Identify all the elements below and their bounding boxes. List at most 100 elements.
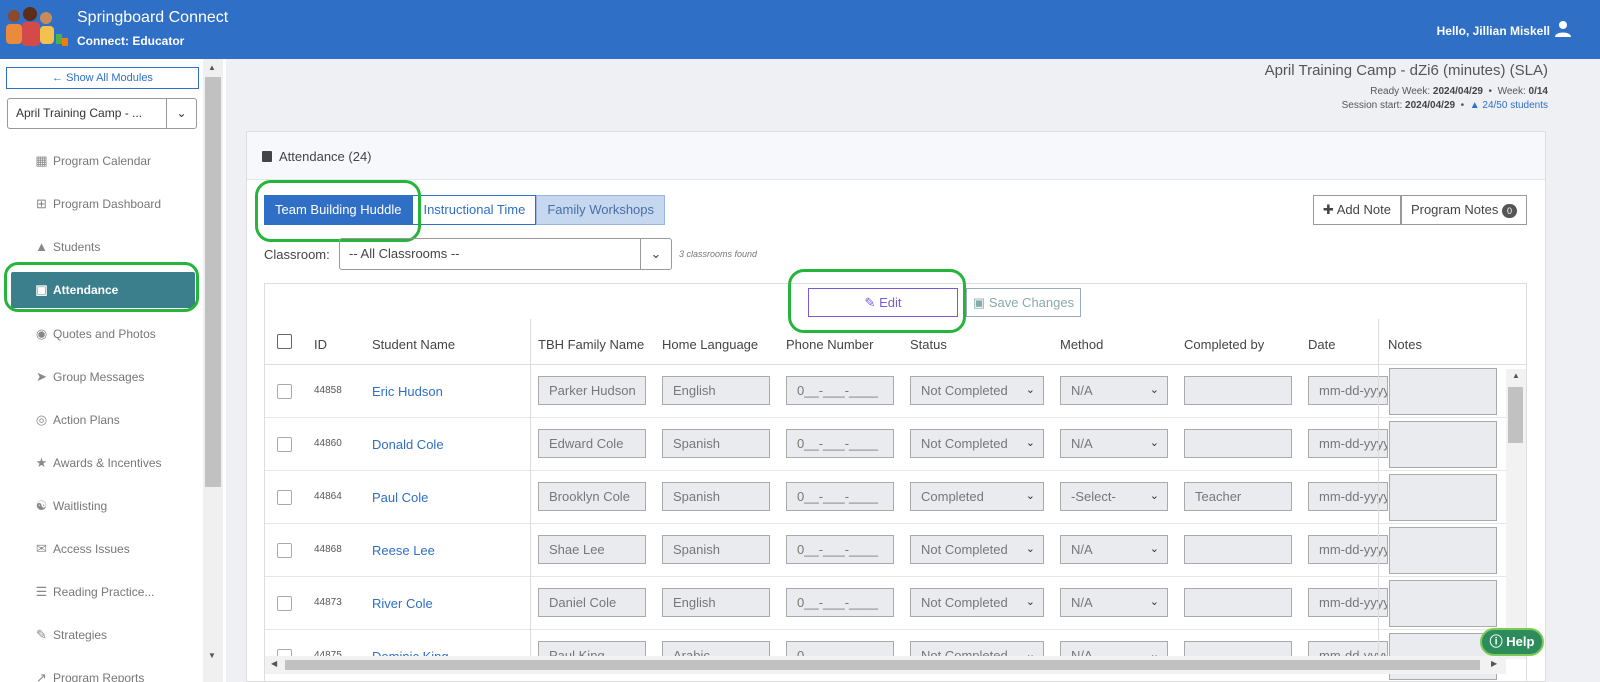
- sidebar-scrollbar[interactable]: ▲ ▼: [203, 59, 223, 682]
- graduation-cap-icon: ▲: [1469, 100, 1480, 111]
- completed-by-input[interactable]: [1184, 376, 1292, 405]
- table-row: 44864 Paul Cole Brooklyn Cole Spanish 0__-__…: [265, 471, 1526, 524]
- student-name-link[interactable]: Paul Cole: [372, 490, 428, 505]
- show-all-modules-button[interactable]: ← Show All Modules: [6, 67, 199, 89]
- home-language-input[interactable]: English: [662, 588, 770, 617]
- add-note-button[interactable]: ✚ Add Note: [1312, 195, 1401, 225]
- phone-number-input[interactable]: 0__-___-____: [786, 376, 894, 405]
- date-input[interactable]: mm-dd-yyyy: [1308, 429, 1388, 458]
- springboard-logo-icon: [0, 4, 72, 54]
- scroll-up-icon[interactable]: ▲: [1512, 371, 1520, 380]
- sidebar-item-group-messages[interactable]: ➤ Group Messages: [0, 355, 205, 398]
- notes-textarea[interactable]: [1389, 474, 1497, 521]
- user-greeting[interactable]: Hello, Jillian Miskell: [1437, 24, 1550, 38]
- col-phone: Phone Number: [786, 337, 874, 352]
- notes-textarea[interactable]: [1389, 368, 1497, 415]
- session-title: April Training Camp - dZi6 (minutes) (SL…: [1264, 62, 1548, 79]
- date-input[interactable]: mm-dd-yyyy: [1308, 376, 1388, 405]
- scroll-down-icon[interactable]: ▼: [208, 651, 216, 660]
- sidebar-scroll-thumb[interactable]: [205, 77, 221, 487]
- sidebar-item-label: Group Messages: [53, 369, 145, 384]
- table-hscroll-thumb[interactable]: [285, 660, 1480, 670]
- user-icon[interactable]: [1554, 20, 1572, 38]
- date-input[interactable]: mm-dd-yyyy: [1308, 482, 1388, 511]
- phone-number-input[interactable]: 0__-___-____: [786, 535, 894, 564]
- home-language-input[interactable]: Spanish: [662, 429, 770, 458]
- row-checkbox[interactable]: [277, 384, 292, 399]
- row-checkbox[interactable]: [277, 437, 292, 452]
- status-select[interactable]: Not Completed⌄: [910, 535, 1044, 564]
- student-name-link[interactable]: Reese Lee: [372, 543, 435, 558]
- sidebar-item-program-reports[interactable]: ↗ Program Reports: [0, 656, 205, 682]
- chart-line-icon: ↗: [36, 669, 47, 682]
- scroll-right-icon[interactable]: ▶: [1491, 659, 1497, 668]
- status-select[interactable]: Not Completed⌄: [910, 376, 1044, 405]
- sidebar-item-label: Reading Practice...: [53, 584, 155, 599]
- sidebar-item-awards[interactable]: ★ Awards & Incentives: [0, 441, 205, 484]
- tab-family-workshops[interactable]: Family Workshops: [536, 195, 666, 225]
- method-select[interactable]: N/A⌄: [1060, 535, 1168, 564]
- method-select[interactable]: -Select- ⌄: [1060, 482, 1168, 511]
- status-select[interactable]: Not Completed⌄: [910, 429, 1044, 458]
- help-button[interactable]: ⓘ Help: [1480, 628, 1544, 656]
- scroll-up-icon[interactable]: ▲: [208, 63, 216, 72]
- sidebar-item-strategies[interactable]: ✎ Strategies: [0, 613, 205, 656]
- completed-by-input[interactable]: Teacher: [1184, 482, 1292, 511]
- row-checkbox[interactable]: [277, 596, 292, 611]
- row-checkbox[interactable]: [277, 490, 292, 505]
- student-name-link[interactable]: Eric Hudson: [372, 384, 443, 399]
- student-name-link[interactable]: Donald Cole: [372, 437, 444, 452]
- select-all-checkbox[interactable]: [277, 334, 292, 349]
- method-select[interactable]: N/A⌄: [1060, 429, 1168, 458]
- sidebar-item-access-issues[interactable]: ✉ Access Issues: [0, 527, 205, 570]
- notes-textarea[interactable]: [1389, 421, 1497, 468]
- completed-by-input[interactable]: [1184, 588, 1292, 617]
- chevron-down-icon: ⌄: [1149, 596, 1159, 608]
- home-language-input[interactable]: Spanish: [662, 482, 770, 511]
- col-notes: Notes: [1388, 337, 1422, 352]
- table-horizontal-scrollbar[interactable]: ◀ ▶: [265, 656, 1506, 674]
- notes-textarea[interactable]: [1389, 527, 1497, 574]
- table-scroll-thumb[interactable]: [1508, 387, 1523, 443]
- status-select[interactable]: Not Completed⌄: [910, 588, 1044, 617]
- home-language-input[interactable]: English: [662, 376, 770, 405]
- tab-instructional-time[interactable]: Instructional Time: [412, 195, 537, 225]
- family-name-input[interactable]: Daniel Cole: [538, 588, 646, 617]
- sidebar-item-label: Waitlisting: [53, 498, 108, 513]
- chevron-down-icon: ⌄: [166, 99, 196, 128]
- notes-buttons: ✚ Add Note Program Notes 0: [1312, 195, 1527, 225]
- program-notes-button[interactable]: Program Notes 0: [1400, 195, 1527, 225]
- completed-by-input[interactable]: [1184, 429, 1292, 458]
- phone-number-input[interactable]: 0__-___-____: [786, 429, 894, 458]
- sidebar-item-action-plans[interactable]: ◎ Action Plans: [0, 398, 205, 441]
- sidebar-item-program-dashboard[interactable]: ⊞ Program Dashboard: [0, 182, 205, 225]
- method-select[interactable]: N/A⌄: [1060, 376, 1168, 405]
- date-input[interactable]: mm-dd-yyyy: [1308, 588, 1388, 617]
- family-name-input[interactable]: Brooklyn Cole: [538, 482, 646, 511]
- program-select[interactable]: April Training Camp - ... ⌄: [7, 98, 197, 129]
- sidebar-item-quotes-photos[interactable]: ◉ Quotes and Photos: [0, 312, 205, 355]
- row-checkbox[interactable]: [277, 543, 292, 558]
- sidebar-item-waitlisting[interactable]: ☯ Waitlisting: [0, 484, 205, 527]
- students-count-link[interactable]: 24/50 students: [1482, 100, 1548, 111]
- home-language-input[interactable]: Spanish: [662, 535, 770, 564]
- scroll-left-icon[interactable]: ◀: [271, 659, 277, 668]
- sidebar-item-reading-practice[interactable]: ☰ Reading Practice...: [0, 570, 205, 613]
- family-name-input[interactable]: Edward Cole: [538, 429, 646, 458]
- phone-number-input[interactable]: 0__-___-____: [786, 482, 894, 511]
- date-input[interactable]: mm-dd-yyyy: [1308, 535, 1388, 564]
- status-select[interactable]: Completed ⌄: [910, 482, 1044, 511]
- table-vertical-scrollbar[interactable]: ▲: [1506, 369, 1526, 659]
- family-name-input[interactable]: Shae Lee: [538, 535, 646, 564]
- notes-textarea[interactable]: [1389, 580, 1497, 627]
- completed-by-input[interactable]: [1184, 535, 1292, 564]
- phone-number-input[interactable]: 0__-___-____: [786, 588, 894, 617]
- sidebar-item-label: Awards & Incentives: [53, 455, 162, 470]
- family-name-input[interactable]: Parker Hudson: [538, 376, 646, 405]
- method-select[interactable]: N/A⌄: [1060, 588, 1168, 617]
- sidebar-item-program-calendar[interactable]: ▦ Program Calendar: [0, 139, 205, 182]
- ready-week-line: Ready Week: 2024/04/29 • Week: 0/14: [1370, 86, 1548, 97]
- classroom-select[interactable]: -- All Classrooms -- ⌄: [339, 238, 672, 270]
- save-changes-button[interactable]: ▣ Save Changes: [966, 288, 1081, 317]
- student-name-link[interactable]: River Cole: [372, 596, 433, 611]
